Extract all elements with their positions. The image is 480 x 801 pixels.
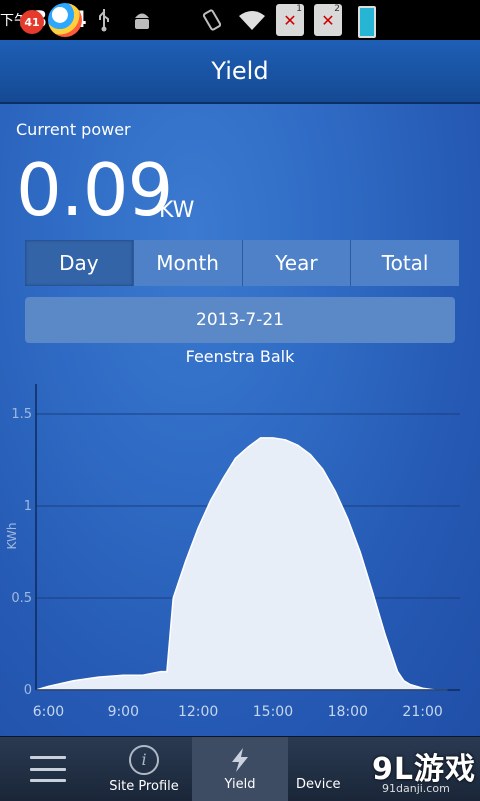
yield-area <box>35 437 448 691</box>
yield-chart-svg: 0 0.5 1 1.5 6:00 9:00 12:00 15:00 18:00 21:00 KWh <box>5 384 460 720</box>
nav-site-profile-label: Site Profile <box>109 778 179 794</box>
nav-yield-label: Yield <box>224 776 256 792</box>
sim-card-2-label: 2 <box>334 4 340 14</box>
nav-device-label: Device <box>296 776 341 792</box>
menu-button[interactable] <box>0 737 95 801</box>
sim-card-1-label: 1 <box>296 4 302 14</box>
x-tick-label: 12:00 <box>178 704 218 720</box>
x-tick-label: 18:00 <box>328 704 368 720</box>
info-icon: i <box>129 744 159 775</box>
nav-site-profile[interactable]: i Site Profile <box>96 737 192 801</box>
status-bar: 41 ✕1 ✕2 下午 3:14 <box>0 0 480 40</box>
watermark-url: 91danji.com <box>382 782 450 795</box>
date-value: 2013-7-21 <box>196 310 284 330</box>
wifi-icon <box>236 0 268 40</box>
date-selector[interactable]: 2013-7-21 <box>25 297 455 343</box>
x-tick-label: 21:00 <box>402 704 442 720</box>
lightning-icon <box>232 747 248 772</box>
watermark-logo: 9L游戏 91danji.com <box>372 742 480 800</box>
nav-yield[interactable]: Yield <box>192 737 288 801</box>
app-ball-icon <box>48 3 82 37</box>
yield-chart: 0 0.5 1 1.5 6:00 9:00 12:00 15:00 18:00 21:00 KWh <box>0 374 480 736</box>
sim-card-2-icon: ✕ 2 <box>314 4 342 36</box>
main-content: Current power 0.09 KW Day Month Year Tot… <box>0 104 480 736</box>
x-tick-label: 15:00 <box>253 704 293 720</box>
current-power-value: 0.09 <box>16 148 173 232</box>
notification-badge-icon: 41 <box>20 10 44 34</box>
page-title: Yield <box>211 57 269 85</box>
vibrate-icon <box>198 0 226 40</box>
y-tick-label: 1 <box>24 499 32 514</box>
app-header: Yield <box>0 40 480 104</box>
android-debug-icon <box>128 0 156 40</box>
tab-month[interactable]: Month <box>133 240 243 286</box>
tab-year[interactable]: Year <box>242 240 352 286</box>
x-tick-label: 6:00 <box>33 704 64 720</box>
current-power-label: Current power <box>16 120 131 139</box>
battery-charging-icon <box>358 6 376 38</box>
site-name: Feenstra Balk <box>185 347 295 366</box>
menu-icon <box>29 756 66 782</box>
tab-day[interactable]: Day <box>25 240 134 286</box>
y-axis-label: KWh <box>5 523 19 550</box>
sim-card-1-icon: ✕ 1 <box>276 4 304 36</box>
current-power-unit: KW <box>159 198 195 223</box>
y-tick-label: 0.5 <box>11 591 32 606</box>
tab-total[interactable]: Total <box>351 240 459 286</box>
y-tick-label: 1.5 <box>11 407 32 422</box>
period-tabs: Day Month Year Total <box>25 240 459 286</box>
usb-icon <box>92 0 116 40</box>
y-tick-label: 0 <box>24 683 32 698</box>
badge-count: 41 <box>24 15 40 29</box>
x-tick-label: 9:00 <box>108 704 139 720</box>
